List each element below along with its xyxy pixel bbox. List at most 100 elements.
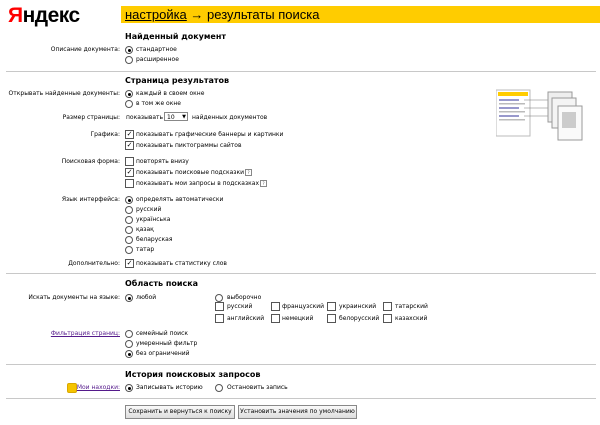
section-title-results: Страница результатов <box>125 76 230 85</box>
radio-lang-uk[interactable] <box>125 216 133 224</box>
radio-lang-tt[interactable] <box>125 246 133 254</box>
option-lang-auto: определять автоматически <box>136 196 224 203</box>
search-form-label: Поисковая форма: <box>61 158 120 165</box>
checkbox-lang-kazakh[interactable] <box>383 314 392 323</box>
radio-selective-lang[interactable] <box>215 294 223 302</box>
description-label: Описание документа: <box>50 46 120 53</box>
breadcrumb-link-settings[interactable]: настройка <box>125 7 187 22</box>
option-suggestions: показывать поисковые подсказки? <box>136 169 252 177</box>
radio-lang-auto[interactable] <box>125 196 133 204</box>
option-lang-kazakh: казахский <box>395 315 428 322</box>
option-banners: показывать графические баннеры и картинк… <box>136 131 284 138</box>
radio-record-history[interactable] <box>125 384 133 392</box>
radio-no-restrictions[interactable] <box>125 350 133 358</box>
option-lang-be: беларуская <box>136 236 173 243</box>
radio-lang-kk[interactable] <box>125 226 133 234</box>
reset-defaults-button[interactable]: Установить значения по умолчанию <box>238 405 357 419</box>
breadcrumb-arrow: → <box>190 7 204 22</box>
option-my-queries-text: показывать мои запросы в подсказках <box>136 180 260 187</box>
radio-moderate-filter[interactable] <box>125 340 133 348</box>
checkbox-lang-french[interactable] <box>271 302 280 311</box>
option-lang-ukrainian: украинский <box>339 303 377 310</box>
option-lang-english: английский <box>227 315 265 322</box>
option-repeat-bottom: повторять внизу <box>136 158 189 165</box>
option-lang-french: французский <box>282 303 325 310</box>
option-same-window: в том же окне <box>136 100 181 107</box>
page-size-suffix: найденных документов <box>192 114 268 121</box>
save-button[interactable]: Сохранить и вернуться к поиску <box>125 405 235 419</box>
help-icon[interactable]: ? <box>260 180 268 187</box>
page-filter-link[interactable]: Фильтрация страниц: <box>51 330 120 338</box>
radio-standard[interactable] <box>125 46 133 54</box>
checkbox-my-queries[interactable] <box>125 179 134 188</box>
divider <box>6 71 596 72</box>
option-any-lang: любой <box>136 294 157 301</box>
chevron-down-icon: ▼ <box>182 114 186 120</box>
page-size-select[interactable]: 10 ▼ <box>164 112 188 121</box>
checkbox-lang-german[interactable] <box>271 314 280 323</box>
option-suggestions-text: показывать поисковые подсказки <box>136 169 244 176</box>
page-title-bar: настройка → результаты поиска <box>121 6 600 23</box>
checkbox-favicons[interactable]: ✓ <box>125 141 134 150</box>
results-page-illustration <box>496 89 583 141</box>
help-icon[interactable]: ? <box>245 169 252 176</box>
option-lang-ru: русский <box>136 206 162 213</box>
checkbox-lang-ukrainian[interactable] <box>327 302 336 311</box>
checkbox-lang-russian[interactable] <box>215 302 224 311</box>
option-extended: расширенное <box>136 56 179 63</box>
radio-extended[interactable] <box>125 56 133 64</box>
section-title-area: Область поиска <box>125 279 199 288</box>
option-moderate-filter: умеренный фильтр <box>136 340 198 347</box>
option-favicons: показывать пиктограммы сайтов <box>136 142 242 149</box>
option-lang-german: немецкий <box>282 315 314 322</box>
checkbox-banners[interactable]: ✓ <box>125 130 134 139</box>
divider <box>6 273 596 274</box>
option-lang-uk: українська <box>136 216 171 223</box>
page-size-prefix: показывать <box>126 114 164 121</box>
checkbox-lang-english[interactable] <box>215 314 224 323</box>
option-no-restrictions: без ограничений <box>136 350 190 357</box>
option-lang-russian: русский <box>227 303 253 310</box>
open-docs-label: Открывать найденные документы: <box>8 90 120 97</box>
divider <box>6 364 596 365</box>
logo-letter: Я <box>8 4 23 27</box>
checkbox-lang-tatar[interactable] <box>383 302 392 311</box>
option-lang-tatar: татарский <box>395 303 428 310</box>
section-title-found: Найденный документ <box>125 32 226 41</box>
radio-family-search[interactable] <box>125 330 133 338</box>
my-finds-icon <box>67 383 77 393</box>
my-finds-link[interactable]: Мои находки: <box>77 384 120 392</box>
radio-new-window[interactable] <box>125 90 133 98</box>
page-size-value: 10 <box>167 114 175 121</box>
radio-stop-recording[interactable] <box>215 384 223 392</box>
page-title: результаты поиска <box>207 7 320 22</box>
option-standard: стандартное <box>136 46 177 53</box>
checkbox-word-stats[interactable]: ✓ <box>125 259 134 268</box>
graphics-label: Графика: <box>90 131 121 138</box>
radio-lang-be[interactable] <box>125 236 133 244</box>
option-new-window: каждый в своем окне <box>136 90 205 97</box>
option-selective-lang: выборочно <box>227 294 262 301</box>
option-lang-kk: қазақ <box>136 226 154 233</box>
option-stop-recording: Остановить запись <box>227 384 288 391</box>
option-lang-tt: татар <box>136 246 155 253</box>
option-family-search: семейный поиск <box>136 330 188 337</box>
checkbox-lang-belarusian[interactable] <box>327 314 336 323</box>
radio-any-lang[interactable] <box>125 294 133 302</box>
extra-label: Дополнительно: <box>68 260 120 267</box>
logo-rest: ндекс <box>22 4 81 27</box>
search-lang-label: Искать документы на языке: <box>28 294 120 301</box>
option-record-history: Записывать историю <box>136 384 203 391</box>
checkbox-suggestions[interactable]: ✓ <box>125 168 134 177</box>
option-word-stats: показывать статистику слов <box>136 260 227 267</box>
option-my-queries: показывать мои запросы в подсказках? <box>136 180 268 188</box>
checkbox-repeat-bottom[interactable] <box>125 157 134 166</box>
option-lang-belarusian: белорусский <box>339 315 380 322</box>
radio-lang-ru[interactable] <box>125 206 133 214</box>
section-title-history: История поисковых запросов <box>125 370 261 379</box>
radio-same-window[interactable] <box>125 100 133 108</box>
breadcrumb: настройка → результаты поиска <box>125 6 320 23</box>
yandex-logo[interactable]: Яндекс <box>8 4 80 28</box>
interface-lang-label: Язык интерфейса: <box>61 196 120 203</box>
divider <box>6 398 596 399</box>
